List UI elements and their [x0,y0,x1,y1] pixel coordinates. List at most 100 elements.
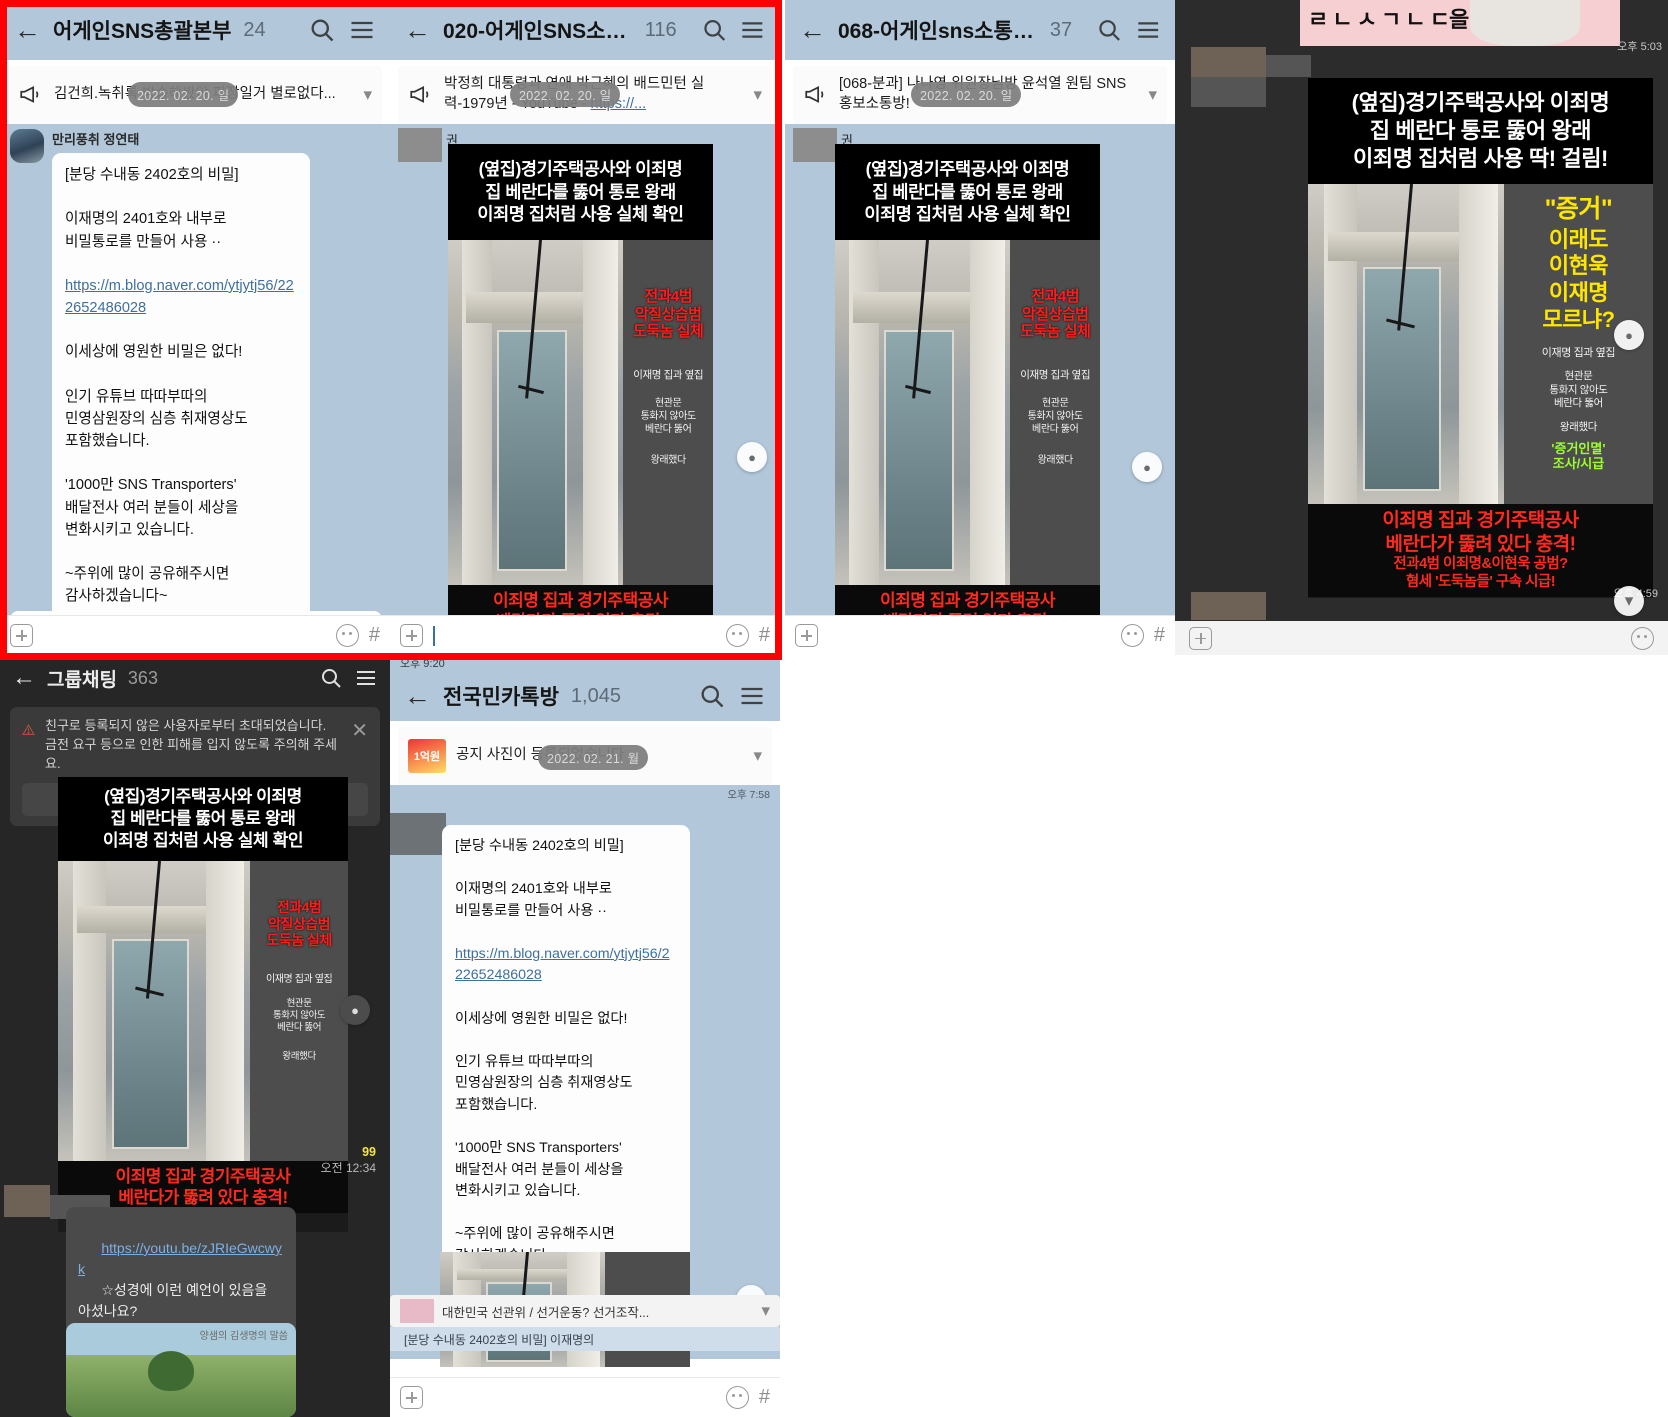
text-cursor [433,625,435,646]
reply-bubble-icon[interactable]: ● [737,442,767,472]
evidence-tag-2: 조사/시급 [1552,456,1605,472]
chat-bubble-message: [분당 수내동 2402호의 비밀] 이재명의 2401호와 내부로 비밀통로를… [442,825,690,1279]
crime-tag: 전과4범 악질상습범 도둑놈 실체 [266,899,332,949]
side-caption-body: 현관문 통화지 않아도 베란다 뚫어 [1549,370,1608,410]
hamburger-menu-icon[interactable] [738,682,766,710]
emoji-icon[interactable] [725,624,749,647]
message-link[interactable]: https://m.blog.naver.com/ytjytj56/222652… [65,278,294,316]
apartment-corridor-photo [448,240,624,585]
redacted-block [1191,47,1266,77]
preview-thumbnail [400,1299,434,1323]
chat-input-bar-2: # [390,615,780,655]
notice-date-pill: 2022. 02. 20. 일 [911,82,1022,107]
notice-bar-1[interactable]: 김건희.녹취록 방송해봤야 파장일거 별로없다... ▾ 2022. 02. 2… [8,66,382,124]
back-arrow-icon[interactable]: ← [14,16,41,44]
redacted-block [1191,592,1266,620]
poster-body: 전과4범 악질상습범 도둑놈 실체 이재명 집과 옆집 현관문 통화지 않아도 … [448,240,713,585]
scroll-to-bottom-icon[interactable]: ▾ [1614,586,1644,616]
attach-plus-button[interactable] [10,624,33,647]
attach-plus-button[interactable] [400,1386,423,1409]
chevron-down-icon[interactable]: ▾ [761,1301,770,1321]
side-caption-end: 왕래했다 [1559,421,1597,434]
preview-text: 대한민국 선관위 / 선거운동? 선거조작... [442,1305,650,1320]
timestamp: 오전 12:34 [320,1161,376,1175]
panel-kakao-group-dark: ← 그룹채팅 363 친구로 등록되지 않은 사용자로부터 초대되었습니다. 금… [0,655,390,1417]
timestamp-top: 오후 5:03 [1617,41,1662,53]
reply-bubble-icon[interactable]: ● [340,995,370,1025]
notice-bar-3[interactable]: [068-분과] 나나영 위원장님방 윤석열 원팀 SNS홍보소통방! ▾ 20… [793,66,1167,124]
viral-poster-image[interactable]: (옆집)경기주택공사와 이죄명 집 베란다를 뚫어 통로 왕래 이죄명 집처럼 … [58,777,348,1232]
hamburger-menu-icon[interactable] [1135,16,1161,44]
message-link[interactable]: https://m.blog.naver.com/ytjytj56/222652… [455,946,670,984]
chevron-down-icon[interactable]: ▾ [1148,85,1157,105]
hashtag-icon[interactable]: # [369,624,380,647]
chat-preview-bar-a[interactable]: 대한민국 선관위 / 선거운동? 선거조작... ▾ [390,1295,780,1327]
emoji-icon[interactable] [335,624,359,647]
back-arrow-icon[interactable]: ← [404,16,431,44]
preview-stack: 대한민국 선관위 / 선거운동? 선거조작... ▾ [분당 수내동 2402호… [390,1295,780,1353]
member-count: 1,045 [570,684,621,707]
member-count: 37 [1049,18,1073,41]
evidence-quote: "증거" [1544,195,1613,223]
back-arrow-icon[interactable]: ← [12,664,36,692]
reply-bubble-icon[interactable]: ● [1132,452,1162,482]
quote-image-card[interactable]: 양샘의 김생명의 말씀 [66,1323,296,1417]
redacted-avatar [793,128,837,162]
search-icon[interactable] [308,16,336,44]
attach-plus-button[interactable] [1189,626,1212,650]
search-icon[interactable] [698,682,726,710]
youtube-link[interactable]: https://youtu.be/zJRIeGwcwyk [78,1240,282,1277]
hashtag-icon[interactable]: # [759,624,770,647]
viral-poster-image[interactable]: (옆집)경기주택공사와 이죄명 집 베란다 통로 뚫어 왕래 이죄명 집처럼 사… [1308,78,1653,598]
chat-body-4: 오후 7:58 [분당 수내동 2402호의 비밀] 이재명의 2401호와 내… [390,785,780,1367]
emoji-icon[interactable] [725,1386,749,1409]
side-caption-end: 왕래했다 [650,454,687,466]
attach-plus-button[interactable] [400,624,423,647]
kakao-header-1: ← 어게인SNS총괄본부 24 [0,0,390,60]
kakao-header-2: ← 020-어게인SNS소통... 116 [390,0,780,60]
hamburger-menu-icon[interactable] [348,16,376,44]
back-arrow-icon[interactable]: ← [799,16,826,44]
link-caption: ☆성경에 이런 예언이 있음을 아셨나요? [78,1282,268,1319]
chevron-down-icon[interactable]: ▾ [753,746,762,766]
hashtag-icon[interactable]: # [759,1386,770,1409]
chat-input-bar-1: # [0,615,390,655]
megaphone-icon [805,86,824,103]
chat-input-bar-3: # [785,615,1175,655]
back-arrow-icon[interactable]: ← [404,682,431,710]
reply-bubble-icon[interactable]: ● [1614,320,1644,350]
chat-input-bar-4 [1175,621,1668,655]
chevron-down-icon[interactable]: ▾ [363,85,372,105]
search-icon[interactable] [701,16,728,44]
chatroom-title: 020-어게인SNS소통... [443,20,633,43]
viral-poster-image[interactable]: (옆집)경기주택공사와 이죄명 집 베란다를 뚫어 통로 왕래 이죄명 집처럼 … [835,144,1100,655]
search-icon[interactable] [319,666,343,690]
notice-bar-4[interactable]: 1억원 공지 사진이 등록되었습니다 ▾ 2022. 02. 21. 월 [398,727,772,785]
hashtag-icon[interactable]: # [1154,624,1165,647]
chat-input-bar-6: # [390,1377,780,1417]
close-icon[interactable]: ✕ [351,717,368,746]
attach-plus-button[interactable] [795,624,818,647]
notice-date-pill: 2022. 02. 20. 일 [128,82,239,107]
chat-preview-bar-b[interactable]: [분당 수내동 2402호의 비밀] 이재명의 [390,1327,780,1351]
chevron-down-icon[interactable]: ▾ [753,85,762,105]
notice-bar-2[interactable]: 박정희 대통령과 연애 박근혜의 배드민턴 실력-1979년 - YouTube… [398,66,772,124]
poster-headline: (옆집)경기주택공사와 이죄명 집 베란다 통로 뚫어 왕래 이죄명 집처럼 사… [1308,78,1653,184]
warning-triangle-icon [22,724,35,735]
search-icon[interactable] [1096,16,1122,44]
member-count: 363 [127,667,158,688]
message-part-2: 이세상에 영원한 비밀은 없다! 인기 유튜브 따따부따의 민영삼원장의 심층 … [455,1010,633,1264]
top-banner-strip: ㄹ ㄴ ㅅ ㄱ ㄴ ㄷ을 썩은거다 [1300,0,1620,46]
emoji-icon[interactable] [1631,626,1654,650]
notice-date-pill: 2022. 02. 20. 일 [510,82,621,107]
emoji-icon[interactable] [1120,624,1144,647]
poster-bottom-extra-2: 혐세 '도둑놈들' 구속 시급! [1405,574,1556,591]
redacted-avatar [398,128,442,162]
hamburger-menu-icon[interactable] [354,666,378,690]
crime-tag: 전과4범 악질상습범 도둑놈 실체 [1020,288,1091,341]
hamburger-menu-icon[interactable] [739,16,766,44]
avatar[interactable] [10,129,44,163]
viral-poster-image[interactable]: (옆집)경기주택공사와 이죄명 집 베란다를 뚫어 통로 왕래 이죄명 집처럼 … [448,144,713,655]
message-part-1: [분당 수내동 2402호의 비밀] 이재명의 2401호와 내부로 비밀통로를… [65,167,239,250]
sender-name: 만리풍취 정연태 [52,132,140,147]
